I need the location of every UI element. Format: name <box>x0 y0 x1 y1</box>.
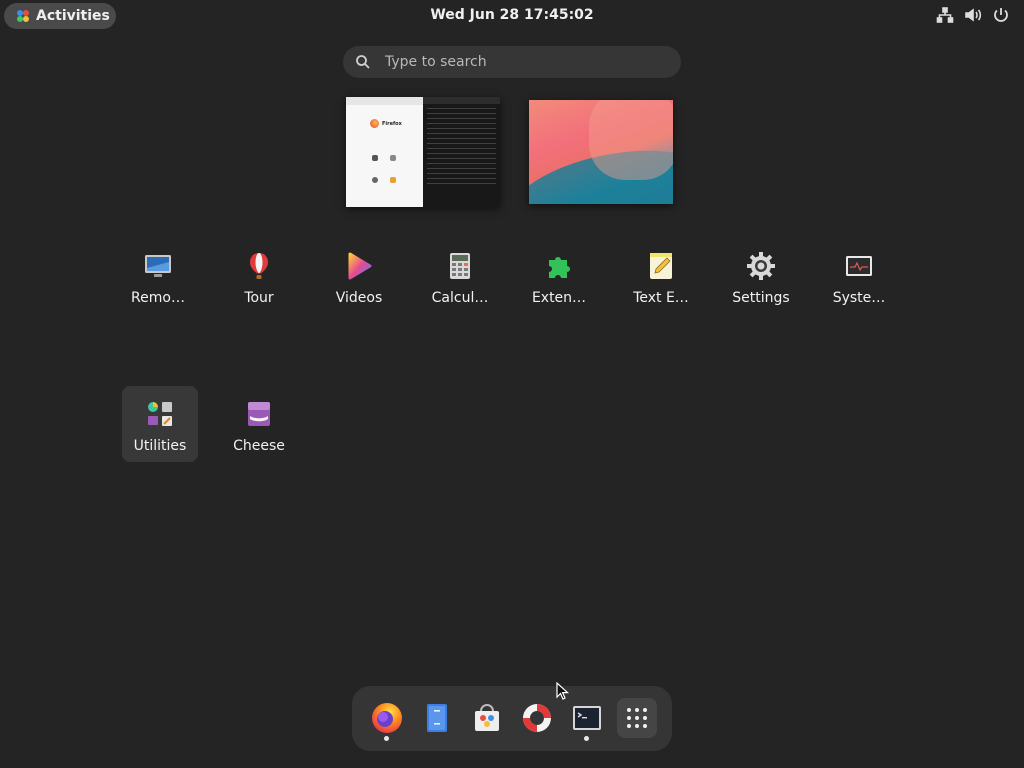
dock-item-firefox[interactable] <box>367 698 407 738</box>
workspace-thumbnail-1[interactable]: Firefox <box>346 97 500 207</box>
app-label: Cheese <box>233 438 285 454</box>
terminal-icon <box>573 706 601 730</box>
tour-balloon-icon <box>250 253 268 279</box>
app-remote-desktop[interactable]: Remo… <box>120 238 196 314</box>
app-calculator[interactable]: Calcul… <box>422 238 498 314</box>
extensions-puzzle-icon <box>549 257 570 278</box>
app-label: Exten… <box>531 290 587 306</box>
app-cheese[interactable]: Cheese <box>221 386 297 462</box>
app-system-monitor[interactable]: Syste… <box>821 238 897 314</box>
videos-icon <box>348 252 372 280</box>
terminal-window-thumbnail[interactable] <box>423 97 500 207</box>
app-folder-utilities[interactable]: Utilities <box>122 386 198 462</box>
calculator-icon <box>450 253 470 279</box>
show-applications-button[interactable] <box>617 698 657 738</box>
running-indicator <box>584 736 589 741</box>
app-label: Calcul… <box>431 290 489 306</box>
mouse-cursor-icon <box>556 682 570 700</box>
workspace-thumbnail-2[interactable] <box>529 100 673 204</box>
software-store-icon <box>475 704 499 731</box>
app-text-editor[interactable]: Text E… <box>623 238 699 314</box>
power-icon[interactable] <box>992 6 1010 24</box>
help-lifebuoy-icon <box>523 704 551 732</box>
dash-dock <box>352 686 672 751</box>
system-monitor-icon <box>846 256 872 276</box>
remote-desktop-icon <box>145 255 171 277</box>
search-input[interactable] <box>383 53 647 71</box>
app-label: Remo… <box>131 290 185 306</box>
dock-item-files[interactable] <box>417 698 457 738</box>
top-bar: Activities Wed Jun 28 17:45:02 <box>0 0 1024 31</box>
firefox-icon <box>370 119 379 128</box>
app-label: Utilities <box>133 438 187 454</box>
dock-item-software[interactable] <box>467 698 507 738</box>
system-tray[interactable] <box>936 6 1010 24</box>
firefox-window-thumbnail[interactable]: Firefox <box>346 97 423 207</box>
network-icon[interactable] <box>936 6 954 24</box>
running-indicator <box>384 736 389 741</box>
app-videos[interactable]: Videos <box>321 238 397 314</box>
files-icon <box>427 704 447 732</box>
firefox-icon <box>372 703 402 733</box>
text-editor-icon <box>650 253 672 279</box>
app-label: Tour <box>244 290 274 306</box>
volume-icon[interactable] <box>964 6 982 24</box>
app-label: Videos <box>335 290 383 306</box>
app-label: Text E… <box>633 290 689 306</box>
app-settings[interactable]: Settings <box>723 238 799 314</box>
dock-item-help[interactable] <box>517 698 557 738</box>
clock[interactable]: Wed Jun 28 17:45:02 <box>0 7 1024 23</box>
app-extensions[interactable]: Exten… <box>521 238 597 314</box>
gear-icon <box>747 252 775 280</box>
app-label: Settings <box>732 290 790 306</box>
dock-item-terminal[interactable] <box>567 698 607 738</box>
cheese-icon <box>248 402 270 426</box>
search-bar[interactable] <box>343 46 681 78</box>
app-label: Syste… <box>832 290 886 306</box>
utilities-folder-icon <box>148 402 172 426</box>
app-grid-icon <box>627 708 647 728</box>
search-icon <box>356 55 370 69</box>
firefox-window-title: Firefox <box>382 120 402 127</box>
app-tour[interactable]: Tour <box>221 238 297 314</box>
